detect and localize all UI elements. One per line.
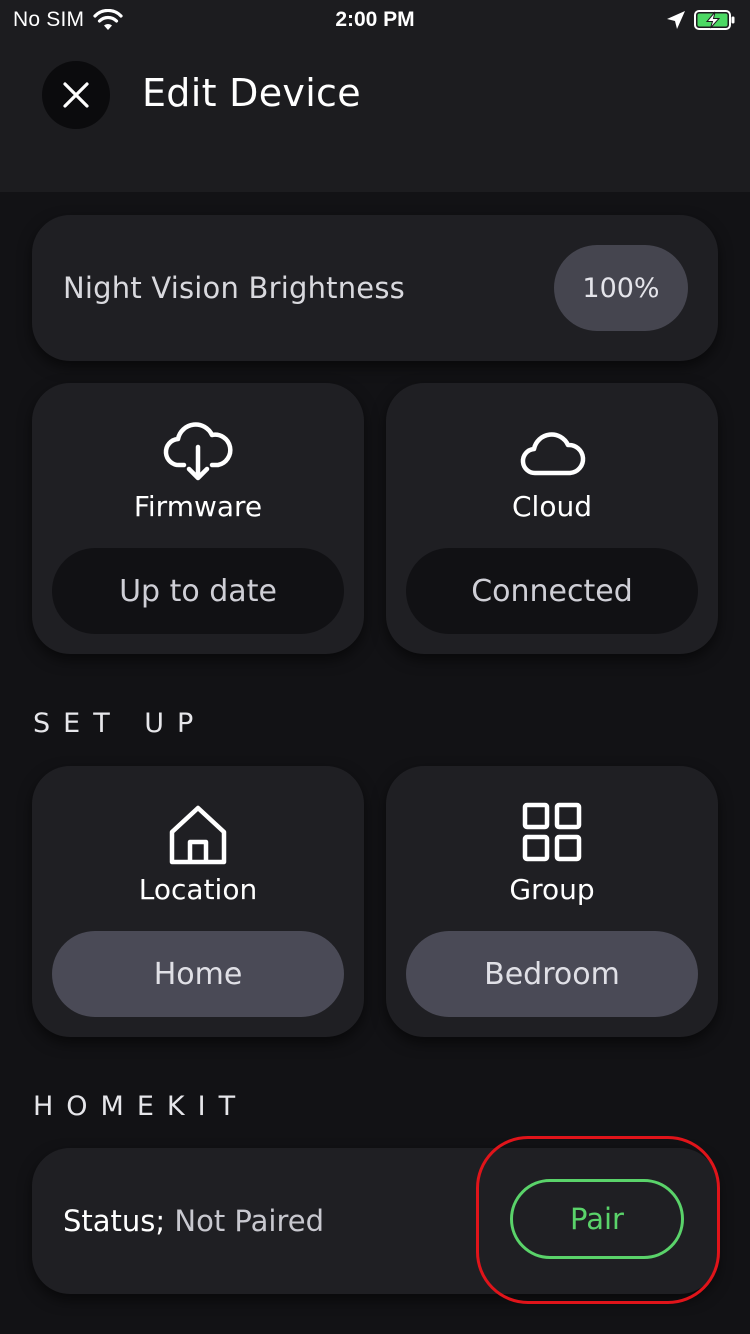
- battery-charging-icon: [694, 10, 735, 30]
- close-icon: [63, 82, 89, 108]
- firmware-status: Up to date: [52, 548, 344, 634]
- homekit-status-prefix: Status;: [63, 1204, 166, 1238]
- night-vision-label: Night Vision Brightness: [63, 271, 405, 305]
- night-vision-brightness-card: Night Vision Brightness 100%: [32, 215, 718, 361]
- group-label: Group: [509, 873, 595, 906]
- setup-heading: SET UP: [33, 708, 207, 739]
- cloud-icon: [520, 432, 586, 476]
- cloud-tile[interactable]: Cloud Connected: [386, 383, 718, 654]
- cloud-download-icon: [163, 422, 233, 481]
- close-button[interactable]: [42, 61, 110, 129]
- location-value-button[interactable]: Home: [52, 931, 344, 1017]
- header: [0, 40, 750, 192]
- group-value-button[interactable]: Bedroom: [406, 931, 698, 1017]
- firmware-label: Firmware: [133, 490, 263, 523]
- homekit-status-value: Not Paired: [174, 1204, 324, 1238]
- homekit-status: Status; Not Paired: [63, 1204, 324, 1238]
- pair-button[interactable]: Pair: [510, 1179, 684, 1259]
- grid-icon: [522, 802, 582, 862]
- location-tile[interactable]: Location Home: [32, 766, 364, 1037]
- homekit-heading: HOMEKIT: [33, 1091, 249, 1122]
- home-icon: [169, 805, 227, 865]
- cloud-status: Connected: [406, 548, 698, 634]
- location-arrow-icon: [667, 11, 685, 29]
- group-tile[interactable]: Group Bedroom: [386, 766, 718, 1037]
- cloud-label: Cloud: [512, 490, 592, 523]
- status-bar: No SIM 2:00 PM: [0, 0, 750, 40]
- location-label: Location: [138, 873, 258, 906]
- status-bar-right: [666, 9, 736, 31]
- night-vision-value-button[interactable]: 100%: [554, 245, 688, 331]
- firmware-tile[interactable]: Firmware Up to date: [32, 383, 364, 654]
- page-title: Edit Device: [142, 71, 361, 115]
- status-time: 2:00 PM: [335, 8, 415, 31]
- homekit-card: Status; Not Paired Pair: [32, 1148, 718, 1294]
